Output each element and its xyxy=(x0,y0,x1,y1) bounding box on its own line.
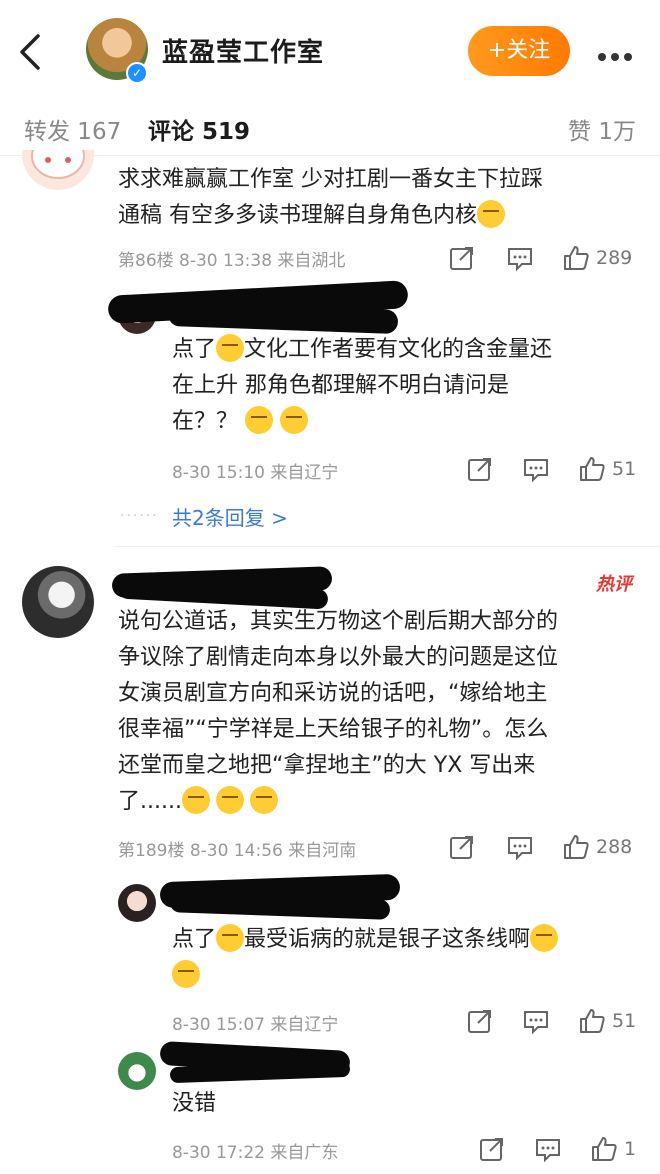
top-bar: ✓ 蓝盈莹工作室 +关注 xyxy=(0,0,660,100)
like-count: 1 xyxy=(624,1138,637,1160)
comment-icon xyxy=(536,1139,560,1163)
reply-text: 点了 最受诟病的就是银子这条线啊 xyxy=(172,922,559,958)
avatar[interactable] xyxy=(118,1052,156,1090)
verified-badge-icon: ✓ xyxy=(126,62,148,84)
thinking-emoji-icon xyxy=(249,786,278,814)
like-button[interactable]: 1 xyxy=(590,1134,636,1164)
reply-button[interactable] xyxy=(506,832,534,862)
share-icon xyxy=(468,458,491,481)
like-button[interactable]: 51 xyxy=(578,1006,636,1036)
thinking-emoji-icon xyxy=(181,786,210,814)
comment-actions: 288 xyxy=(448,832,638,862)
thumbs-up-icon xyxy=(592,1137,617,1161)
share-button[interactable] xyxy=(448,243,476,273)
comment-meta: 第86楼 8-30 13:38 来自湖北 xyxy=(118,251,346,271)
thinking-emoji-icon xyxy=(530,924,559,952)
reply-text-line: 在上升 那角色都理解不明白请问是 xyxy=(172,373,509,398)
comment-meta: 第189楼 8-30 14:56 来自河南 xyxy=(118,841,357,861)
share-button[interactable] xyxy=(448,832,476,862)
like-count: 51 xyxy=(612,1010,637,1032)
comment-icon xyxy=(524,459,548,483)
share-icon xyxy=(450,836,473,859)
more-options-icon[interactable] xyxy=(598,46,638,61)
like-button[interactable]: 289 xyxy=(562,243,632,273)
reply-text-line: 文化工作者要有文化的含金量还 xyxy=(244,337,553,362)
reply-actions: 1 xyxy=(478,1134,642,1164)
thumbs-up-icon xyxy=(580,1009,605,1033)
avatar[interactable] xyxy=(22,566,94,638)
tab-likes[interactable]: 赞 1万 xyxy=(568,112,636,146)
share-button[interactable] xyxy=(466,1006,494,1036)
like-button[interactable]: 288 xyxy=(562,832,632,862)
thinking-emoji-icon xyxy=(215,786,244,814)
reply-text-line: 最受诟病的就是银子这条线啊 xyxy=(244,927,531,952)
comment-text-line: 了...... xyxy=(118,789,182,814)
comment-actions: 289 xyxy=(448,243,638,273)
comment-text-line: 争议除了剧情走向本身以外最大的问题是这位 xyxy=(118,645,559,670)
reply-actions: 51 xyxy=(466,1006,642,1036)
comment-text-line: 说句公道话，其实生万物这个剧后期大部分的 xyxy=(118,609,559,634)
reply-meta: 8-30 15:07 来自辽宁 xyxy=(172,1015,339,1035)
like-count: 289 xyxy=(596,247,633,269)
avatar[interactable] xyxy=(118,884,156,922)
account-title[interactable]: 蓝盈莹工作室 xyxy=(162,32,324,69)
reply-text: 在？？ xyxy=(172,404,309,440)
comment-text-line: 通稿 有空多多读书理解自身角色内核 xyxy=(118,203,477,228)
hot-comment-badge: 热评 xyxy=(596,574,632,595)
reply-meta: 8-30 15:10 来自辽宁 xyxy=(172,463,339,483)
thread-dots: ······ xyxy=(120,508,159,524)
like-button[interactable]: 51 xyxy=(578,454,636,484)
reply-text xyxy=(172,958,200,994)
reply-text: 点了 文化工作者要有文化的含金量还 xyxy=(172,332,552,368)
reply-text-line: 点了 xyxy=(172,927,217,952)
reply-text-line: 在？？ xyxy=(172,409,239,434)
comment-text-line: 还堂而皇之地把“拿捏地主”的大 YX 写出来 xyxy=(118,753,536,778)
comment-text: 通稿 有空多多读书理解自身角色内核 xyxy=(118,198,505,234)
thumbs-up-icon xyxy=(564,835,589,859)
divider xyxy=(114,546,660,547)
back-arrow-icon[interactable] xyxy=(16,32,48,72)
hug-emoji-icon xyxy=(216,924,245,952)
view-more-replies-link[interactable]: 共2条回复 > xyxy=(172,502,288,531)
comment-icon xyxy=(508,248,532,272)
comment-text-line: 很幸福”“宁学祥是上天给银子的礼物”。怎么 xyxy=(118,717,549,742)
comment-icon xyxy=(508,837,532,861)
reply-button[interactable] xyxy=(534,1134,562,1164)
comment-text: 求求难赢赢工作室 少对扛剧一番女主下拉踩 xyxy=(118,167,543,192)
thinking-emoji-icon xyxy=(172,960,200,988)
share-icon xyxy=(468,1010,491,1033)
follow-button[interactable]: +关注 xyxy=(468,26,570,76)
reply-meta: 8-30 17:22 来自广东 xyxy=(172,1143,339,1163)
thumbs-up-icon xyxy=(564,246,589,270)
like-count: 288 xyxy=(596,836,633,858)
share-icon xyxy=(450,247,473,270)
reply-button[interactable] xyxy=(522,454,550,484)
crying-emoji-icon xyxy=(477,200,505,228)
hug-emoji-icon xyxy=(245,406,274,434)
comment-icon xyxy=(524,1011,548,1035)
reply-button[interactable] xyxy=(522,1006,550,1036)
share-button[interactable] xyxy=(478,1134,506,1164)
share-button[interactable] xyxy=(466,454,494,484)
reply-text: 没错 xyxy=(172,1091,217,1116)
thumbs-up-icon xyxy=(580,457,605,481)
reply-actions: 51 xyxy=(466,454,642,484)
share-icon xyxy=(480,1138,503,1161)
hug-emoji-icon xyxy=(280,406,309,434)
thinking-emoji-icon xyxy=(216,334,245,362)
tab-bar: 转发 167 评论 519 赞 1万 xyxy=(0,100,660,156)
avatar[interactable] xyxy=(22,150,94,190)
comment-text-line: 女演员剧宣方向和采访说的话吧，“嫁给地主 xyxy=(118,681,548,706)
comment-text: 了...... xyxy=(118,784,278,820)
tab-repost[interactable]: 转发 167 xyxy=(24,112,121,146)
tab-comments[interactable]: 评论 519 xyxy=(148,112,250,146)
reply-text-line: 点了 xyxy=(172,337,217,362)
like-count: 51 xyxy=(612,458,637,480)
reply-button[interactable] xyxy=(506,243,534,273)
